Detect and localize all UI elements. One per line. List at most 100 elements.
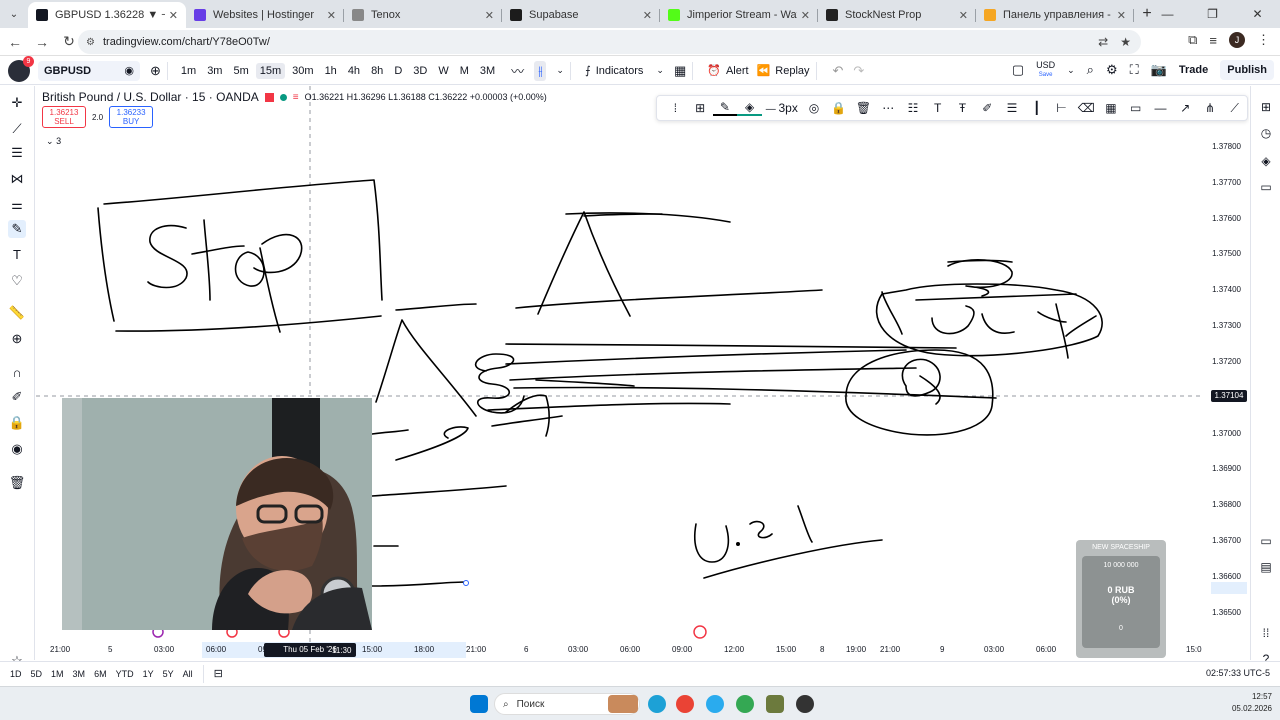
magnet-icon[interactable]: ∩ — [8, 364, 26, 382]
timeframe-button[interactable]: 1m — [177, 63, 200, 79]
redo-icon[interactable]: ↷ — [853, 63, 864, 79]
browser-tab[interactable]: Tenox ✕ — [344, 2, 502, 28]
tab-search-icon[interactable]: ⌄ — [0, 0, 28, 28]
close-tab-icon[interactable]: ✕ — [169, 9, 178, 22]
price-axis[interactable]: 1.37104 1.37800 1.37700 1.37600 1.37500 1.37… — [1201, 86, 1249, 646]
grid-icon[interactable]: ▦ — [1099, 101, 1124, 115]
eye-icon[interactable]: ◉ — [124, 64, 134, 77]
browser-tab[interactable]: StockNest Prop ✕ — [818, 2, 976, 28]
close-tab-icon[interactable]: ✕ — [485, 9, 494, 22]
chart-type-candles-icon[interactable]: ⫲ — [534, 60, 547, 81]
note-icon[interactable]: ▭ — [1123, 101, 1148, 115]
brush-icon[interactable]: ✎ — [8, 220, 26, 238]
range-button[interactable]: 1M — [51, 669, 64, 679]
timeframe-button[interactable]: W — [434, 63, 452, 79]
timeframe-button[interactable]: 1h — [321, 63, 341, 79]
edge-icon[interactable] — [648, 695, 666, 713]
range-button[interactable]: YTD — [116, 669, 134, 679]
symbol-title[interactable]: British Pound / U.S. Dollar · 15 · OANDA — [42, 90, 259, 104]
pattern-tool-icon[interactable]: ⋈ — [8, 170, 26, 188]
replay-button[interactable]: ⏪ Replay — [757, 64, 810, 78]
close-tab-icon[interactable]: ✕ — [801, 9, 810, 22]
back-icon[interactable]: ← — [3, 34, 27, 50]
timeframe-button[interactable]: 3M — [476, 63, 499, 79]
close-tab-icon[interactable]: ✕ — [643, 9, 652, 22]
horizontal-line-icon[interactable]: — — [1148, 101, 1173, 115]
chart-area[interactable]: British Pound / U.S. Dollar · 15 · OANDA… — [36, 86, 1249, 660]
timeframe-button[interactable]: 4h — [344, 63, 364, 79]
eye-icon[interactable]: ◉ — [8, 440, 26, 458]
extensions-icon[interactable]: ⧉ — [1188, 32, 1197, 48]
chrome-icon[interactable] — [676, 695, 694, 713]
symbol-search[interactable]: GBPUSD ◉ — [38, 60, 140, 81]
text-tool-icon[interactable]: T — [8, 246, 26, 264]
site-info-icon[interactable]: ⚙ — [86, 37, 95, 48]
system-clock[interactable]: 12:57 05.02.2026 — [1232, 691, 1272, 715]
help-chat-icon[interactable]: ▭ — [1257, 532, 1275, 550]
layers-icon[interactable]: ◈ — [1257, 152, 1275, 170]
browser-tab[interactable]: Jimperior Stream - Watch L ✕ — [660, 2, 818, 28]
vertical-line-icon[interactable]: ┃ — [1024, 101, 1049, 115]
browser-tab[interactable]: GBPUSD 1.36228 ▼ −0.22% U ✕ — [28, 2, 186, 28]
stay-drawing-icon[interactable]: ✐ — [8, 388, 26, 406]
timeframe-button[interactable]: 15m — [255, 62, 286, 79]
layout-grid-icon[interactable]: ▦ — [674, 63, 686, 79]
chart-type-dropdown-icon[interactable]: ⌄ — [556, 65, 564, 76]
timeframe-button[interactable]: 3D — [409, 63, 431, 79]
range-button[interactable]: 5Y — [163, 669, 174, 679]
measure-icon[interactable]: ☰ — [1000, 101, 1025, 115]
date-range-calendar-icon[interactable]: ⊟ — [214, 667, 223, 680]
settings-gear-icon[interactable]: ⚙ — [1106, 62, 1118, 78]
user-avatar[interactable]: 9 — [8, 55, 34, 82]
media-icon[interactable]: ≡ — [1209, 33, 1217, 48]
browser-tab[interactable]: Панель управления - Donatio ✕ — [976, 2, 1134, 28]
close-window-icon[interactable]: ✕ — [1235, 0, 1280, 28]
visibility-icon[interactable]: ◎ — [802, 101, 827, 115]
windows-start-icon[interactable] — [470, 695, 488, 713]
browser-menu-icon[interactable]: ⋮ — [1257, 32, 1270, 48]
chat-icon[interactable]: ▭ — [1257, 178, 1275, 196]
minimize-icon[interactable]: — — [1145, 0, 1190, 28]
lock-icon[interactable]: 🔒 — [8, 414, 26, 432]
templates-icon[interactable]: ⊞ — [688, 101, 713, 115]
eraser-icon[interactable]: ⌫ — [1074, 101, 1099, 115]
chevron-down-icon[interactable]: ⌄ — [1067, 65, 1075, 76]
heart-icon[interactable]: ♡ — [8, 272, 26, 290]
profile-avatar[interactable]: J — [1229, 32, 1245, 48]
timeframe-button[interactable]: 8h — [367, 63, 387, 79]
widget-food-icon[interactable] — [608, 695, 638, 713]
fill-color-icon[interactable]: ◈ — [737, 100, 762, 116]
buy-button[interactable]: 1.36233 BUY — [109, 106, 154, 128]
trash-icon[interactable]: 🗑 — [851, 101, 876, 115]
close-tab-icon[interactable]: ✕ — [327, 9, 336, 22]
close-tab-icon[interactable]: ✕ — [959, 9, 968, 22]
apps-grid-icon[interactable]: ⁞⁞ — [1257, 624, 1275, 642]
more-icon[interactable]: ⋯ — [876, 101, 901, 115]
bookmark-star-icon[interactable]: ★ — [1120, 35, 1131, 49]
brush-color-icon[interactable]: ✎ — [712, 100, 738, 116]
indicators-toggle[interactable]: ⌄ 3 — [46, 136, 61, 147]
trend-line-icon[interactable]: ⟋ — [8, 120, 26, 138]
compare-plus-icon[interactable]: ⊕ — [150, 63, 161, 79]
arrow-icon[interactable]: ↗ — [1173, 101, 1198, 115]
chrome-profile-icon[interactable] — [736, 695, 754, 713]
alerts-clock-icon[interactable]: ◷ — [1257, 124, 1275, 142]
browser-tab[interactable]: Supabase ✕ — [502, 2, 660, 28]
range-button[interactable]: 1Y — [143, 669, 154, 679]
range-button[interactable]: 3M — [73, 669, 86, 679]
range-icon[interactable]: ⊢ — [1049, 101, 1074, 115]
chart-clock[interactable]: 02:57:33 UTC-5 — [1206, 668, 1270, 678]
range-button[interactable]: 5D — [31, 669, 43, 679]
drag-handle-icon[interactable]: ⁞ — [663, 101, 688, 115]
alert-button[interactable]: ⏰ Alert — [707, 64, 748, 78]
time-axis[interactable]: Thu 05 Feb '26 21:00 5 03:00 06:00 09 15:00 18… — [36, 642, 1249, 660]
browser-tab[interactable]: Websites | Hostinger ✕ — [186, 2, 344, 28]
watchlist-icon[interactable]: ⊞ — [1257, 98, 1275, 116]
obs-icon[interactable] — [796, 695, 814, 713]
layout-square-icon[interactable]: ▢ — [1012, 62, 1024, 78]
anchored-text-icon[interactable]: Ŧ — [950, 101, 975, 115]
crosshair-icon[interactable]: ✛ — [8, 94, 26, 112]
ruler-icon[interactable]: 📏 — [8, 304, 26, 322]
range-button[interactable]: 6M — [94, 669, 107, 679]
fib-icon[interactable]: ☷ — [901, 101, 926, 115]
